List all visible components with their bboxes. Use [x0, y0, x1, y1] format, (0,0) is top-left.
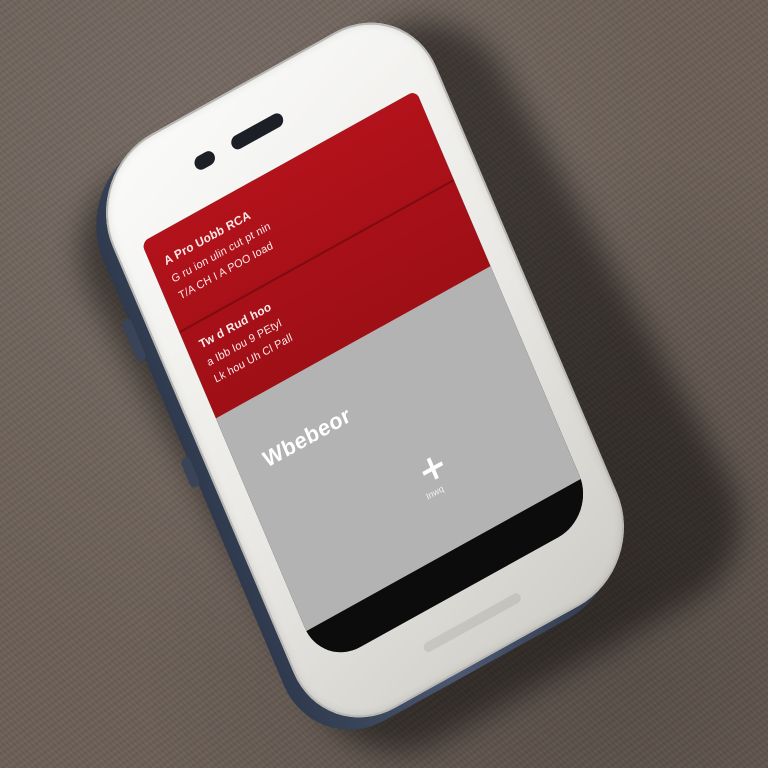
background-surface: A Pro Uobb RCA G ru ion ulin cut pt nin …: [0, 0, 768, 768]
notification-banner: A Pro Uobb RCA G ru ion ulin cut pt nin …: [141, 90, 491, 419]
screen-title: Wbebeor: [259, 401, 355, 473]
plus-icon[interactable]: [419, 453, 447, 484]
plus-label: Inwq: [424, 483, 446, 502]
front-camera-icon: [192, 148, 218, 173]
earpiece-speaker: [229, 110, 286, 152]
